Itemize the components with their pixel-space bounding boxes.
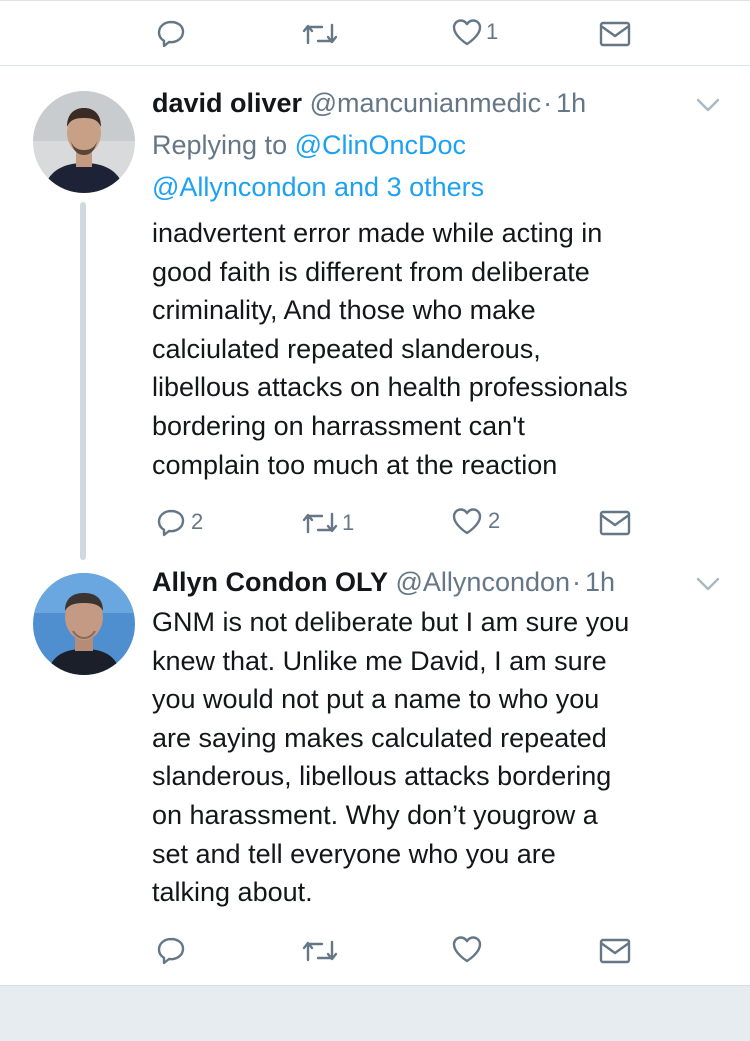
user-handle[interactable]: @Allyncondon bbox=[396, 567, 571, 597]
envelope-icon bbox=[599, 510, 631, 536]
tweet-allyn-condon[interactable]: Allyn Condon OLY @Allyncondon· 1h GNM is … bbox=[0, 563, 750, 983]
previous-tweet-action-bar: 1 bbox=[0, 0, 750, 66]
tweet-header: david oliver @mancunianmedic· 1h bbox=[152, 88, 586, 119]
reply-mention-link[interactable]: @ClinOncDoc bbox=[295, 130, 466, 160]
reply-button[interactable]: 2 bbox=[155, 506, 203, 538]
avatar[interactable] bbox=[33, 573, 135, 675]
reply-icon bbox=[155, 506, 187, 538]
like-count: 2 bbox=[488, 508, 501, 533]
retweet-icon bbox=[301, 19, 339, 49]
timestamp[interactable]: 1h bbox=[556, 88, 586, 118]
heart-icon bbox=[451, 17, 483, 47]
reply-button[interactable] bbox=[155, 934, 193, 966]
separator-dot: · bbox=[543, 88, 553, 118]
envelope-icon bbox=[599, 938, 631, 964]
tweet-options-button[interactable] bbox=[696, 577, 720, 596]
reply-others-link[interactable]: @Allyncondon and 3 others bbox=[152, 172, 484, 202]
reply-count: 2 bbox=[191, 509, 204, 534]
tweet-david-oliver[interactable]: david oliver @mancunianmedic· 1h Replying… bbox=[0, 84, 750, 564]
display-name[interactable]: Allyn Condon OLY bbox=[152, 567, 388, 597]
like-button[interactable] bbox=[451, 934, 489, 964]
tweet-text: inadvertent error made while acting in g… bbox=[152, 218, 628, 480]
heart-icon bbox=[451, 506, 483, 536]
direct-message-button[interactable] bbox=[599, 938, 631, 964]
retweet-icon bbox=[301, 508, 339, 538]
like-button[interactable]: 1 bbox=[451, 17, 498, 47]
tweet-text: GNM is not deliberate but I am sure you … bbox=[152, 607, 630, 908]
replying-to-others: @Allyncondon and 3 others bbox=[152, 166, 484, 208]
timeline-separator bbox=[0, 985, 750, 1041]
retweet-button[interactable]: 1 bbox=[301, 508, 354, 538]
user-handle[interactable]: @mancunianmedic bbox=[310, 88, 542, 118]
reply-button[interactable] bbox=[155, 17, 193, 49]
replying-to: Replying to @ClinOncDoc bbox=[152, 124, 466, 166]
like-count: 1 bbox=[486, 19, 499, 44]
retweet-icon bbox=[301, 936, 339, 966]
reply-icon bbox=[155, 17, 187, 49]
heart-icon bbox=[451, 934, 483, 964]
envelope-icon bbox=[599, 21, 631, 47]
tweet-options-button[interactable] bbox=[696, 98, 720, 117]
retweet-count: 1 bbox=[342, 510, 355, 535]
direct-message-button[interactable] bbox=[599, 21, 631, 47]
reply-icon bbox=[155, 934, 187, 966]
avatar[interactable] bbox=[33, 91, 135, 193]
display-name[interactable]: david oliver bbox=[152, 88, 302, 118]
retweet-button[interactable] bbox=[301, 19, 345, 49]
replying-to-label: Replying to bbox=[152, 130, 288, 160]
chevron-down-icon bbox=[696, 98, 720, 116]
like-button[interactable]: 2 bbox=[451, 506, 500, 536]
retweet-button[interactable] bbox=[301, 936, 345, 966]
direct-message-button[interactable] bbox=[599, 510, 631, 536]
chevron-down-icon bbox=[696, 577, 720, 595]
separator-dot: · bbox=[572, 567, 582, 597]
tweet-header: Allyn Condon OLY @Allyncondon· 1h bbox=[152, 567, 615, 598]
timestamp[interactable]: 1h bbox=[585, 567, 615, 597]
thread-line bbox=[80, 202, 86, 560]
